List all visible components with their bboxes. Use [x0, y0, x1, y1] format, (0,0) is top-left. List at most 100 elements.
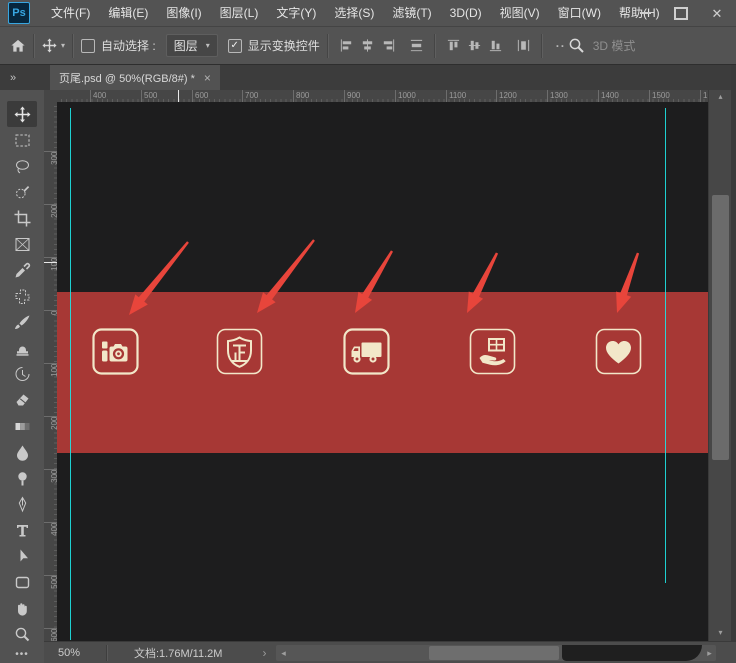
- pen-tool[interactable]: [7, 491, 37, 517]
- maximize-icon: [674, 7, 688, 20]
- maximize-button[interactable]: [670, 4, 692, 22]
- clone-stamp-tool[interactable]: [7, 335, 37, 361]
- separator: [434, 34, 436, 58]
- dodge-tool[interactable]: [7, 465, 37, 491]
- 3d-mode-label: 3D 模式: [593, 37, 636, 54]
- vertical-scrollbar-thumb[interactable]: [712, 195, 729, 460]
- document-tab-bar: » 页尾.psd @ 50%(RGB/8#) * ×: [0, 65, 736, 90]
- zoom-tool[interactable]: [7, 621, 37, 647]
- move-tool[interactable]: [7, 101, 37, 127]
- tab-close-icon[interactable]: ×: [204, 71, 211, 85]
- ruler-cursor-marker: [44, 262, 57, 263]
- document-tab[interactable]: 页尾.psd @ 50%(RGB/8#) * ×: [50, 65, 220, 90]
- menubar-item[interactable]: 图层(L): [211, 0, 268, 26]
- zoom-level-field[interactable]: 50%: [44, 647, 106, 659]
- menubar-item[interactable]: 滤镜(T): [383, 0, 440, 26]
- scroll-left-icon[interactable]: ◂: [276, 645, 290, 661]
- gradient-tool[interactable]: [7, 413, 37, 439]
- chevron-down-icon[interactable]: ▾: [61, 41, 65, 50]
- guide-line: [70, 108, 71, 640]
- scroll-right-icon[interactable]: ▸: [702, 645, 716, 661]
- menubar-item[interactable]: 文件(F): [42, 0, 99, 26]
- vertical-ruler[interactable]: 3002001000100200300400500600: [44, 102, 58, 641]
- quick-selection-tool[interactable]: [7, 179, 37, 205]
- minimize-icon: [640, 12, 651, 14]
- separator: [33, 34, 35, 58]
- lasso-tool[interactable]: [7, 153, 37, 179]
- eraser-tool[interactable]: [7, 387, 37, 413]
- show-transform-label: 显示变换控件: [248, 37, 320, 54]
- tool-options-bar: ▾ 自动选择 : 图层 ▾ ✓ 显示变换控件: [0, 27, 736, 65]
- search-icon[interactable]: [568, 37, 585, 54]
- chevron-down-icon: ▾: [206, 41, 210, 50]
- close-icon: ✕: [712, 7, 723, 20]
- auto-select-target-dropdown[interactable]: 图层 ▾: [166, 34, 218, 57]
- photoshop-window: Ps 文件(F)编辑(E)图像(I)图层(L)文字(Y)选择(S)滤镜(T)3D…: [0, 0, 736, 663]
- show-transform-checkbox[interactable]: ✓: [228, 39, 242, 53]
- auto-select-target-value: 图层: [174, 37, 198, 54]
- horizontal-scrollbar-thumb[interactable]: [429, 646, 559, 660]
- horizontal-scrollbar[interactable]: ◂ ▸: [276, 645, 716, 661]
- vertical-scrollbar[interactable]: ▴ ▾: [708, 90, 732, 641]
- check-icon: ✓: [231, 40, 239, 51]
- menu-bar: Ps 文件(F)编辑(E)图像(I)图层(L)文字(Y)选择(S)滤镜(T)3D…: [0, 0, 736, 27]
- ruler-cursor-marker: [178, 90, 179, 102]
- heart-icon: [595, 328, 642, 375]
- blur-tool[interactable]: [7, 439, 37, 465]
- history-brush-tool[interactable]: [7, 361, 37, 387]
- tools-panel: •••: [0, 90, 45, 663]
- more-options-icon[interactable]: ··: [556, 39, 566, 53]
- menubar-item[interactable]: 选择(S): [325, 0, 383, 26]
- camera-icon: [92, 328, 139, 375]
- menubar-item[interactable]: 窗口(W): [549, 0, 610, 26]
- auto-select-label: 自动选择 :: [101, 37, 156, 54]
- separator: [72, 34, 74, 58]
- distribute-vertical-icon[interactable]: [516, 38, 531, 53]
- align-right-edges-icon[interactable]: [381, 38, 396, 53]
- menubar-item[interactable]: 编辑(E): [99, 0, 157, 26]
- hand-tool[interactable]: [7, 595, 37, 621]
- close-button[interactable]: ✕: [706, 4, 728, 22]
- marquee-tool[interactable]: [7, 127, 37, 153]
- menubar-item[interactable]: 视图(V): [491, 0, 549, 26]
- toolbar-more-icon[interactable]: •••: [0, 649, 44, 660]
- home-icon[interactable]: [10, 38, 26, 54]
- brush-tool[interactable]: [7, 309, 37, 335]
- document-canvas[interactable]: [57, 102, 708, 641]
- status-bar: 50% 文档:1.76M/11.2M › ◂ ▸: [44, 641, 736, 663]
- menubar-item[interactable]: 文字(Y): [267, 0, 325, 26]
- align-bottom-edges-icon[interactable]: [488, 38, 503, 53]
- panel-edge-strip: [731, 65, 736, 663]
- photoshop-logo-icon: Ps: [8, 2, 30, 24]
- minimize-button[interactable]: [634, 4, 656, 22]
- menubar-item[interactable]: 3D(D): [441, 0, 491, 26]
- rectangle-tool[interactable]: [7, 569, 37, 595]
- document-size-info: 文档:1.76M/11.2M: [134, 645, 222, 661]
- scroll-down-icon[interactable]: ▾: [709, 626, 732, 639]
- align-left-edges-icon[interactable]: [339, 38, 354, 53]
- auto-select-checkbox[interactable]: [81, 39, 95, 53]
- scroll-up-icon[interactable]: ▴: [709, 90, 732, 103]
- align-top-edges-icon[interactable]: [446, 38, 461, 53]
- align-vertical-centers-icon[interactable]: [467, 38, 482, 53]
- move-tool-options-icon[interactable]: [42, 38, 57, 53]
- separator: [106, 645, 108, 661]
- hand-box-icon: [469, 328, 516, 375]
- type-tool[interactable]: [7, 517, 37, 543]
- menu-items: 文件(F)编辑(E)图像(I)图层(L)文字(Y)选择(S)滤镜(T)3D(D)…: [42, 0, 669, 26]
- patch-tool[interactable]: [7, 283, 37, 309]
- document-tab-title: 页尾.psd @ 50%(RGB/8#) *: [59, 70, 195, 86]
- distribute-horizontal-icon[interactable]: [409, 38, 424, 53]
- crop-tool[interactable]: [7, 205, 37, 231]
- window-controls: ✕: [634, 0, 728, 26]
- canvas-overlap-shape: [562, 645, 702, 661]
- path-selection-tool[interactable]: [7, 543, 37, 569]
- guide-line: [665, 108, 666, 583]
- truck-icon: [343, 328, 390, 375]
- menubar-item[interactable]: 图像(I): [157, 0, 210, 26]
- eyedropper-tool[interactable]: [7, 257, 37, 283]
- double-chevron-icon[interactable]: »: [0, 65, 26, 90]
- align-horizontal-centers-icon[interactable]: [360, 38, 375, 53]
- frame-tool[interactable]: [7, 231, 37, 257]
- status-chevron-icon[interactable]: ›: [262, 646, 266, 660]
